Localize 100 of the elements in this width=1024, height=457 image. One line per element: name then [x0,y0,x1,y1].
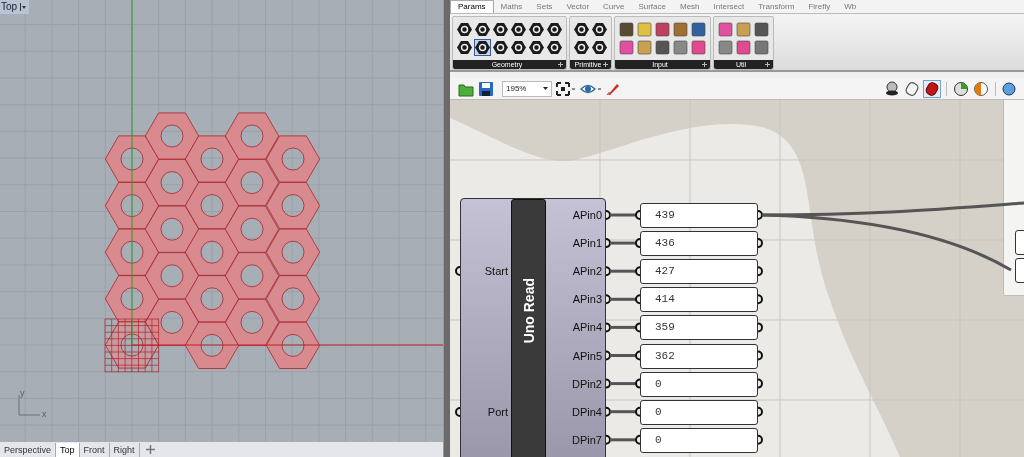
hexagon-icon[interactable] [529,22,544,37]
sphere-icon[interactable] [1002,81,1016,96]
tile-icon[interactable] [637,22,652,37]
save-icon[interactable] [478,80,494,97]
tile-icon[interactable] [736,40,751,55]
tile-icon[interactable] [691,40,706,55]
output-label: DPin2 [572,378,602,390]
panel-value: 436 [655,238,675,250]
panel-value: 427 [655,266,675,278]
input-label: Start [484,266,508,277]
panel-value: 414 [655,294,675,306]
output-grip [605,406,611,417]
tile-icon[interactable] [754,22,769,37]
wire [610,410,636,414]
input-grip [635,322,641,333]
viewport-tab[interactable]: Top [56,443,80,457]
output-grip [757,294,763,305]
hexagon-icon[interactable] [475,22,490,37]
hexagon-icon[interactable] [511,40,526,55]
editor-tab[interactable]: Firefly [801,0,838,13]
expand-icon[interactable] [558,62,563,67]
viewport-title-menu[interactable]: Top [0,0,30,14]
output-grip [605,266,611,277]
pen-icon[interactable] [606,81,620,96]
tile-icon[interactable] [655,40,670,55]
axis-label: x [42,409,47,419]
tile-icon[interactable] [619,40,634,55]
input-grip [635,434,641,445]
wire [610,438,636,442]
output-label: APin4 [572,322,602,334]
hexagon-icon[interactable] [529,40,544,55]
preview-mode-icon[interactable] [904,80,920,97]
tile-icon[interactable] [619,22,634,37]
wire [610,241,636,245]
hexagon-icon[interactable] [493,22,508,37]
output-label: APin1 [572,238,602,250]
editor-tab[interactable]: Wb [837,0,864,13]
hexagon-icon[interactable] [547,40,562,55]
input-grip [635,238,641,249]
expand-icon[interactable] [603,62,608,67]
output-grip [757,238,763,249]
tile-icon[interactable] [754,40,769,55]
output-grip [605,378,611,389]
editor-tab[interactable]: Sets [529,0,560,13]
hexagon-icon[interactable] [457,22,472,37]
hexagon-icon[interactable] [592,22,607,37]
wire [610,213,636,217]
input-grip [455,407,461,417]
hexagon-icon[interactable] [457,40,472,55]
output-grip [605,210,611,220]
mesh-hexagon-drawing [104,318,160,373]
component-title: Uno Read [521,278,536,344]
expand-icon[interactable] [702,62,707,67]
output-label: DPin7 [572,434,602,446]
editor-tab[interactable]: Curve [596,0,632,13]
hexagon-icon[interactable] [493,40,508,55]
hexagon-icon[interactable] [592,40,607,55]
input-grip [635,378,641,389]
tile-icon[interactable] [736,22,751,37]
input-grip [635,294,641,305]
tile-icon[interactable] [673,40,688,55]
editor-tab[interactable]: Surface [631,0,673,13]
tile-icon[interactable] [655,22,670,37]
axis-label: y [20,388,25,398]
input-grip [635,266,641,277]
output-grip [605,350,611,361]
editor-tab[interactable]: Params [450,0,494,13]
hexagon-icon[interactable] [547,22,562,37]
add-tab-icon[interactable] [145,445,155,454]
component-body[interactable]: Start Port Uno Read APin0 APin1 APin2 APin3 APin4 APin5 DPin2 DPin4 DPin7 [460,198,606,457]
panel-value: 0 [655,434,662,446]
editor-tab[interactable]: Mesh [673,0,707,13]
output-grip [757,378,763,389]
sphere-icon[interactable] [953,80,969,97]
output-grip [757,434,763,445]
sphere-icon[interactable] [973,80,989,97]
editor-tab[interactable]: Vector [559,0,597,13]
output-grip [605,434,611,445]
tile-icon[interactable] [718,40,733,55]
tile-icon[interactable] [637,40,652,55]
hexagon-icon[interactable] [475,40,490,55]
caret-icon[interactable] [543,87,548,90]
hexagon-icon[interactable] [574,22,589,37]
editor-tab[interactable]: Intersect [706,0,752,13]
output-grip [757,322,763,333]
editor-tab[interactable]: Transform [751,0,802,13]
expand-icon[interactable] [765,62,770,67]
tile-icon[interactable] [673,22,688,37]
hexagon-icon[interactable] [574,40,589,55]
tile-icon[interactable] [691,22,706,37]
tile-icon[interactable] [718,22,733,37]
hexagon-icon[interactable] [511,22,526,37]
output-grip [757,266,763,277]
preview-mode-icon[interactable] [924,80,940,97]
wire [610,354,636,357]
zoom-dropdown[interactable]: 195% [502,80,552,97]
preview-mode-icon[interactable] [884,80,900,97]
input-grip [455,266,461,276]
zoom-extents-icon[interactable] [556,81,576,96]
editor-tab[interactable]: Maths [493,0,530,13]
